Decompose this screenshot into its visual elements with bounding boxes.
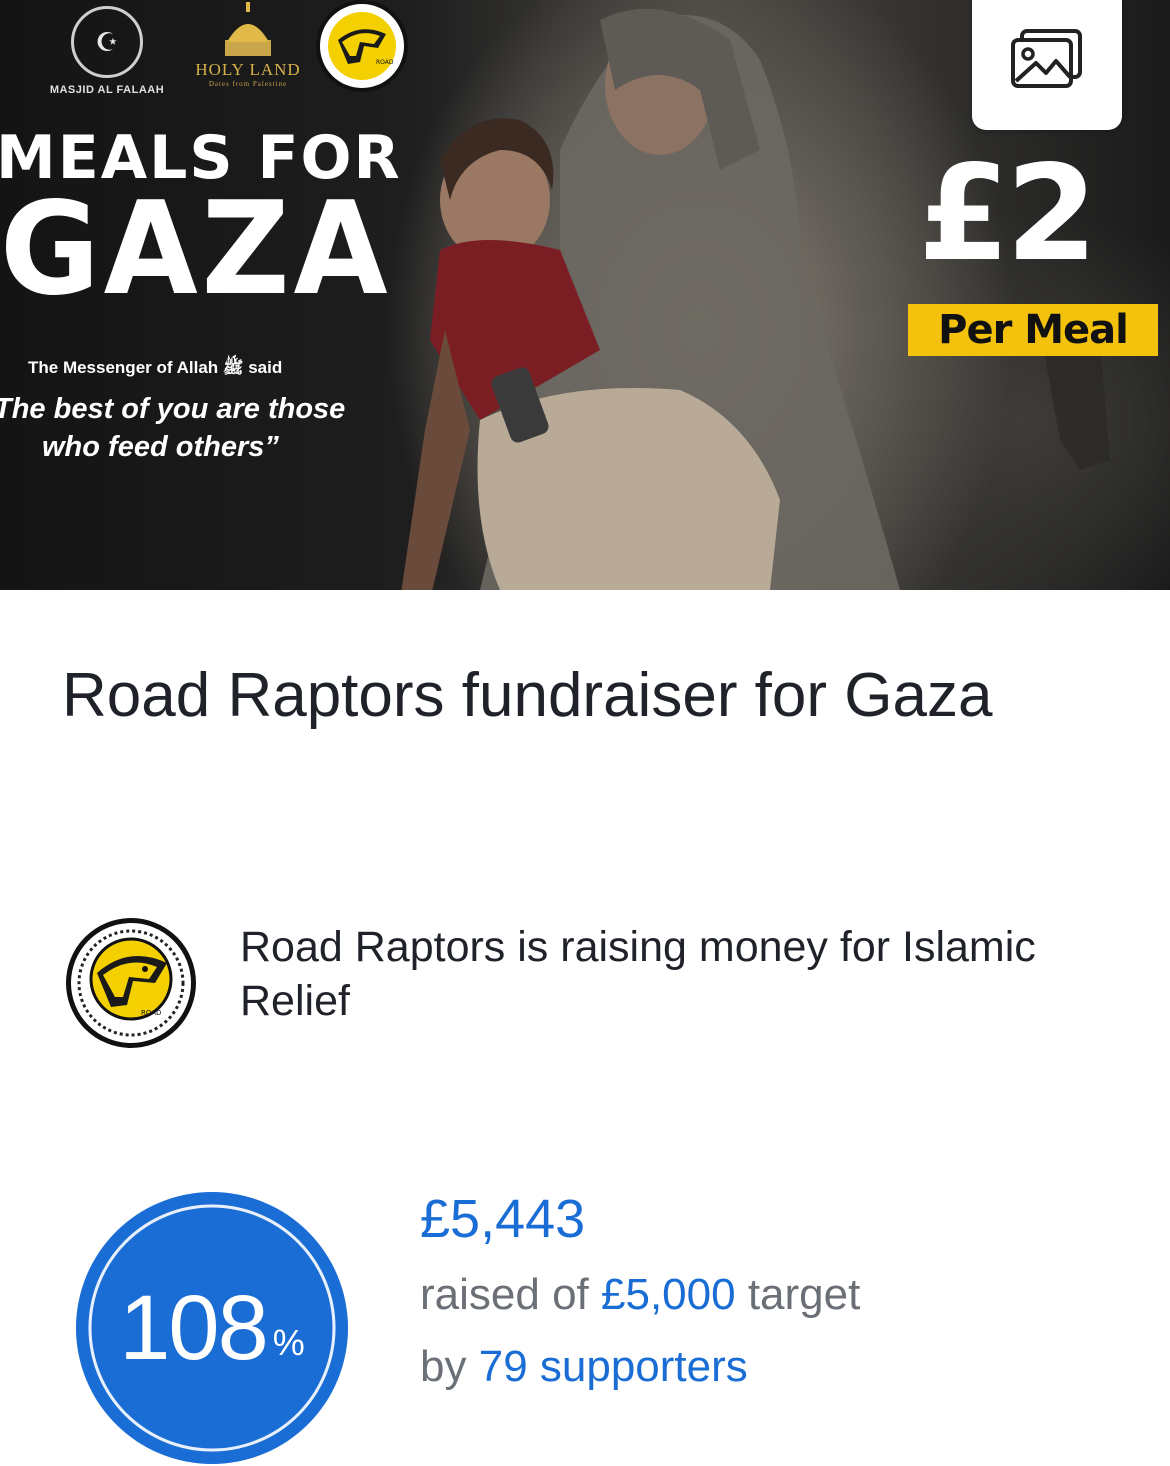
raised-of-label: raised of [420, 1270, 589, 1319]
organiser-avatar[interactable]: ROAD [66, 918, 196, 1048]
raptor-icon: ROAD [328, 12, 396, 80]
progress-percentage: 108 % [74, 1190, 350, 1466]
hadith-attribution: The Messenger of Allah ﷺ said [28, 358, 283, 377]
supporters-link[interactable]: 79 supporters [479, 1342, 748, 1391]
raptor-logo-text: ROAD [376, 59, 394, 66]
amount-raised: £5,443 [420, 1189, 586, 1249]
campaign-banner: ☪ MASJID AL FALAAH HOLY LAND Dates from … [0, 0, 1170, 590]
progress-percent-value: 108 [119, 1276, 268, 1379]
road-raptors-logo: ROAD [316, 0, 408, 92]
gallery-button[interactable] [972, 0, 1122, 130]
target-label: target [747, 1270, 861, 1319]
dome-icon [225, 2, 271, 56]
holy-land-logo: HOLY LAND Dates from Palestine [186, 0, 310, 88]
mosque-emblem-icon: ☪ [71, 6, 143, 78]
progress-circle: 108 % [74, 1190, 350, 1466]
target-line: raised of £5,000 target [420, 1270, 860, 1320]
organiser-description: Road Raptors is raising money for Islami… [240, 923, 1036, 1025]
fundraiser-title: Road Raptors fundraiser for Gaza [62, 661, 993, 730]
gallery-icon [1011, 29, 1082, 88]
by-label: by [420, 1342, 467, 1391]
hadith-quote-line-1: The best of you are those [0, 393, 346, 425]
gaza-heading: GAZA [0, 175, 392, 324]
organiser-row: ROAD Road Raptors is raising money for I… [66, 918, 1106, 1058]
holy-land-name: HOLY LAND [195, 60, 301, 79]
price-per-meal: £2 [918, 137, 1098, 291]
hadith-quote-line-2: who feed others” [42, 431, 279, 463]
hadith-quote: The best of you are those who feed other… [0, 390, 394, 466]
supporters-line: by 79 supporters [420, 1342, 748, 1392]
masjid-al-falaah-logo: ☪ MASJID AL FALAAH [48, 6, 166, 96]
raptor-avatar-icon: ROAD [77, 929, 185, 1037]
holy-land-subtitle: Dates from Palestine [208, 80, 288, 88]
per-meal-badge: Per Meal [908, 304, 1158, 356]
avatar-logo-text: ROAD [141, 1009, 161, 1017]
target-amount: £5,000 [601, 1270, 736, 1319]
percent-symbol: % [272, 1322, 305, 1363]
masjid-name: MASJID AL FALAAH [49, 84, 165, 96]
